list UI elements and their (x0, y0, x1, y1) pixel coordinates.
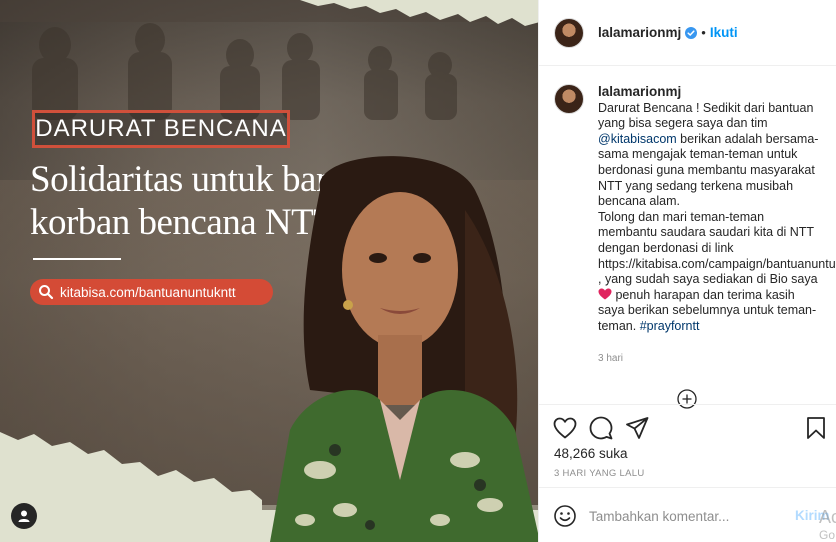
verified-badge-icon (685, 26, 698, 39)
caption-text-1: Darurat Bencana ! Sedikit dari bantuan y… (598, 100, 817, 131)
share-button[interactable] (624, 415, 650, 441)
user-icon (17, 509, 31, 523)
comment-input[interactable] (589, 503, 789, 529)
comment-button[interactable] (588, 415, 614, 441)
likes-number: 48,266 (554, 446, 596, 461)
caption-time: 3 hari (598, 352, 624, 364)
post-side-panel: lalamarionmj • Ikuti lalamarionmj Darura… (538, 0, 836, 542)
caption-username[interactable]: lalamarionmj (598, 84, 681, 99)
hashtag-link[interactable]: #prayforntt (640, 319, 700, 333)
post-header: lalamarionmj • Ikuti (539, 0, 836, 66)
save-button[interactable] (803, 415, 829, 441)
post-date[interactable]: 3 HARI YANG LALU (554, 468, 645, 479)
tagged-user-button[interactable] (11, 503, 37, 529)
torn-paper-top-edge (300, 0, 538, 26)
mention-link[interactable]: @kitabisacom (598, 132, 677, 146)
action-bar (539, 404, 836, 450)
bookmark-icon (806, 416, 826, 440)
avatar[interactable] (554, 84, 584, 114)
donation-link-pill: kitabisa.com/bantuanuntukntt (30, 279, 273, 305)
headline-tag: DARURAT BENCANA (32, 110, 290, 148)
search-icon (38, 284, 54, 300)
comment-icon (589, 416, 613, 440)
follow-button[interactable]: Ikuti (710, 25, 738, 40)
header-username[interactable]: lalamarionmj (598, 25, 681, 40)
donation-link-text: kitabisa.com/bantuanuntukntt (60, 284, 236, 300)
headline-divider (33, 258, 121, 260)
caption-body: lalamarionmj Darurat Bencana ! Sedikit d… (598, 84, 836, 366)
like-button[interactable] (552, 415, 578, 441)
share-icon (625, 416, 649, 440)
heart-emoji-icon (598, 288, 612, 300)
watermark-line-2: Go (819, 528, 836, 542)
comment-composer: Kirim (539, 487, 836, 542)
emoji-button[interactable] (553, 504, 577, 528)
post-image[interactable]: DARURAT BENCANA Solidaritas untuk bantu … (0, 0, 538, 542)
heart-icon (553, 417, 577, 439)
caption-text-3: penuh harapan dan terima kasih saya beri… (598, 287, 817, 333)
likes-suffix: suka (595, 446, 628, 461)
avatar[interactable] (554, 17, 584, 48)
likes-count[interactable]: 48,266 suka (554, 446, 628, 461)
watermark-line-1: Ac (819, 507, 836, 527)
torn-paper-bottom-edge (0, 432, 262, 542)
caption-text-2: berikan adalah bersama-sama mengajak tem… (598, 131, 836, 287)
activation-watermark: Ac Go (819, 508, 836, 542)
caption-comment: lalamarionmj Darurat Bencana ! Sedikit d… (554, 84, 836, 366)
separator-dot: • (701, 25, 706, 40)
emoji-icon (553, 504, 577, 528)
